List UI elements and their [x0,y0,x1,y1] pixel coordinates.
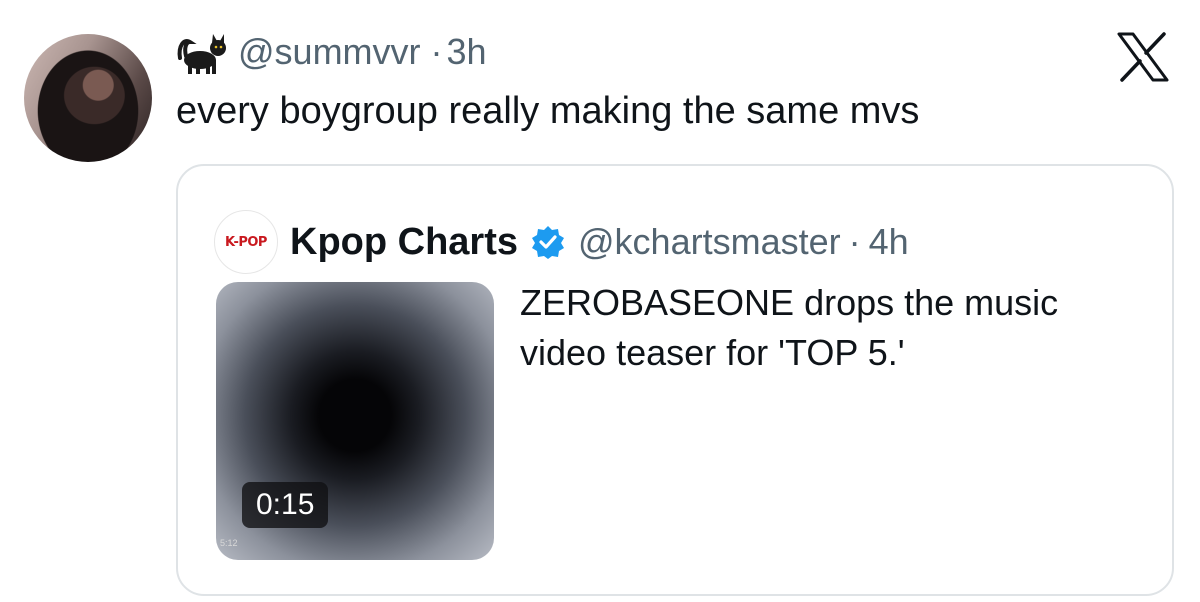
meta-separator: · [430,31,443,72]
x-logo-icon [1116,32,1170,82]
author-handle[interactable]: @summvvr [238,31,421,73]
black-cat-icon [176,28,228,76]
quoted-tweet-text: ZEROBASEONE drops the music video teaser… [520,282,1059,373]
quoted-display-name[interactable]: Kpop Charts [290,221,518,264]
tweet-header: @summvvr · 3h [176,28,487,76]
quoted-meta-separator: · [848,221,861,262]
tweet-time[interactable]: 3h [447,31,487,73]
quoted-tweet-card[interactable]: K-POP Kpop Charts @kchartsmaster · 4h 0:… [176,164,1174,596]
kpop-logo[interactable]: K-POP [214,210,278,274]
kpop-logo-text: K-POP [225,234,267,250]
avatar[interactable] [24,34,152,162]
quoted-tweet-header: K-POP Kpop Charts @kchartsmaster · 4h [214,210,909,274]
quoted-handle[interactable]: @kchartsmaster [578,221,841,263]
video-overlay-label: 5:12 [220,538,238,548]
quoted-time[interactable]: 4h [869,221,909,263]
video-thumbnail[interactable]: 0:15 5:12 [216,282,494,560]
tweet-text: every boygroup really making the same mv… [176,90,920,132]
video-duration-badge: 0:15 [242,482,329,528]
verified-badge-icon [530,224,566,260]
